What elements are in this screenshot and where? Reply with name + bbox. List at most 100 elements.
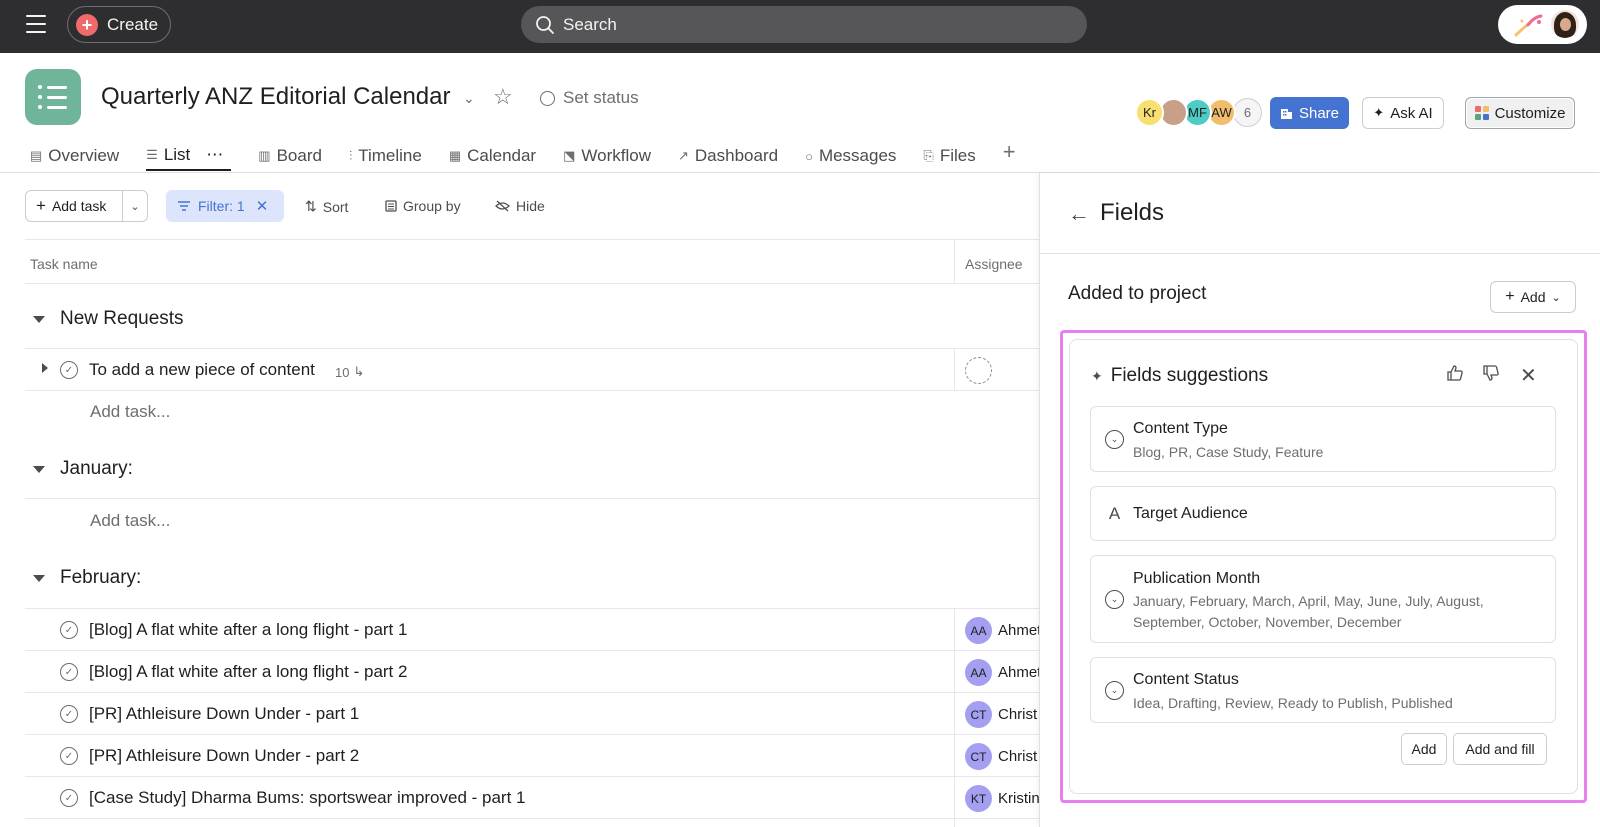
field-suggestion-content-status[interactable]: ⌄ Content Status Idea, Drafting, Review,… — [1090, 657, 1556, 723]
suggestions-title: Fields suggestions — [1110, 365, 1269, 386]
table-row[interactable]: ✓ [Blog] A flat white after a long flight… — [25, 609, 1042, 651]
tab-dashboard[interactable]: ↗ Dashboard — [678, 141, 778, 171]
share-button[interactable]: Share — [1270, 97, 1349, 129]
complete-check-icon[interactable]: ✓ — [60, 361, 78, 379]
tab-label: Messages — [818, 146, 897, 165]
tab-overview[interactable]: ▤ Overview — [30, 141, 119, 171]
assignee-name: Christ — [998, 748, 1038, 765]
create-button[interactable]: + Create — [67, 6, 171, 43]
files-icon: ⎘ — [923, 148, 934, 163]
tab-workflow[interactable]: ⬔ Workflow — [563, 141, 651, 171]
ask-ai-button[interactable]: ✦ Ask AI — [1362, 97, 1444, 129]
field-suggestion-publication-month[interactable]: ⌄ Publication Month January, February, M… — [1090, 555, 1556, 643]
add-tab-icon[interactable]: + — [1003, 141, 1016, 163]
search-input[interactable]: Search — [521, 6, 1087, 43]
tab-messages[interactable]: ○ Messages — [805, 141, 896, 171]
member-avatar[interactable]: Kr — [1135, 97, 1164, 127]
complete-check-icon[interactable]: ✓ — [60, 747, 78, 765]
member-count[interactable]: 6 — [1233, 97, 1262, 127]
plus-icon: + — [1505, 288, 1515, 305]
panel-title: Fields — [1100, 199, 1165, 226]
filter-icon — [178, 201, 190, 211]
table-row[interactable]: ✓ [Blog] A flat white after a long flight… — [25, 651, 1042, 693]
complete-check-icon[interactable]: ✓ — [60, 663, 78, 681]
table-row[interactable]: ✓ [PR] Athleisure Down Under - part 2 CT Ch… — [25, 735, 1040, 777]
section-january[interactable]: January: — [33, 458, 133, 480]
table-row[interactable]: ✓ [PR] Athleisure Down Under - part 1 CT Ch… — [25, 693, 1040, 735]
messages-icon: ○ — [805, 148, 813, 164]
tab-timeline[interactable]: ⫶ Timeline — [349, 141, 422, 171]
add-task-dropdown-icon[interactable]: ⌄ — [123, 200, 147, 213]
tab-list[interactable]: ☰ List ⋯ — [146, 141, 232, 171]
add-suggestions-button[interactable]: Add — [1401, 733, 1447, 765]
complete-check-icon[interactable]: ✓ — [60, 705, 78, 723]
assignee-column-line — [954, 608, 955, 827]
timeline-icon: ⫶ — [348, 148, 353, 163]
star-icon[interactable]: ☆ — [493, 84, 513, 110]
eye-off-icon — [495, 200, 510, 212]
close-icon[interactable]: ✕ — [1520, 363, 1537, 388]
column-task-name[interactable]: Task name — [30, 256, 98, 272]
hamburger-menu-icon[interactable] — [26, 15, 46, 33]
filter-button[interactable]: Filter: 1 ✕ — [166, 190, 284, 222]
tab-board[interactable]: ▥ Board — [258, 141, 322, 171]
assignee-chip[interactable]: AA Ahmet — [965, 617, 1042, 644]
table-row[interactable]: ✓ To add a new piece of content 10 ↳ — [25, 349, 1040, 391]
more-options-icon[interactable]: ⋯ — [206, 145, 223, 165]
add-task-label: Add task — [51, 198, 107, 214]
tab-calendar[interactable]: ▦ Calendar — [449, 141, 536, 171]
collapse-triangle-icon[interactable] — [33, 315, 45, 323]
task-name[interactable]: [Case Study] Dharma Bums: sportswear imp… — [89, 788, 526, 808]
task-name[interactable]: [PR] Athleisure Down Under - part 1 — [89, 704, 359, 724]
back-arrow-icon[interactable]: ← — [1068, 201, 1090, 227]
assignee-chip[interactable]: CT Christ — [965, 743, 1042, 770]
add-task-main[interactable]: + Add task — [26, 191, 123, 221]
column-assignee[interactable]: Assignee — [965, 256, 1023, 272]
share-label: Share — [1298, 104, 1340, 122]
tab-files[interactable]: ⎘ Files — [923, 141, 975, 171]
task-name[interactable]: [PR] Athleisure Down Under - part 2 — [89, 746, 359, 766]
column-divider — [954, 240, 955, 284]
unassigned-avatar-icon[interactable] — [965, 357, 992, 384]
table-row[interactable]: ✓ [Case Study] Dharma Bums: sportswear im… — [25, 777, 1040, 819]
project-title[interactable]: Quarterly ANZ Editorial Calendar — [101, 83, 450, 111]
add-task-inline[interactable]: Add task... — [90, 511, 170, 531]
thumbs-down-icon[interactable] — [1482, 364, 1500, 387]
collapse-triangle-icon[interactable] — [33, 465, 45, 473]
field-suggestion-content-type[interactable]: ⌄ Content Type Blog, PR, Case Study, Fea… — [1090, 406, 1556, 472]
chevron-down-icon[interactable]: ⌄ — [463, 90, 475, 107]
add-task-button[interactable]: + Add task ⌄ — [25, 190, 148, 222]
complete-check-icon[interactable]: ✓ — [60, 621, 78, 639]
group-by-button[interactable]: Group by — [385, 198, 461, 214]
row-divider — [25, 818, 1040, 819]
clear-filter-icon[interactable]: ✕ — [256, 197, 269, 215]
expand-subtasks-icon[interactable] — [42, 363, 48, 373]
add-field-dropdown[interactable]: + Add ⌄ — [1490, 281, 1576, 313]
assignee-chip[interactable]: AA Ahmet — [965, 659, 1042, 686]
suggestions-header: ✦ Fields suggestions — [1091, 365, 1268, 387]
project-members[interactable]: Kr MF AW 6 — [1135, 97, 1262, 127]
task-name[interactable]: To add a new piece of content — [89, 360, 315, 380]
add-and-fill-button[interactable]: Add and fill — [1453, 733, 1547, 765]
building-icon — [1280, 108, 1292, 119]
profile-button[interactable] — [1498, 5, 1587, 44]
add-task-inline[interactable]: Add task... — [90, 402, 170, 422]
task-name[interactable]: [Blog] A flat white after a long flight … — [89, 620, 407, 640]
customize-button[interactable]: Customize — [1465, 97, 1575, 129]
hide-button[interactable]: Hide — [495, 198, 545, 214]
section-february[interactable]: February: — [33, 567, 141, 589]
field-suggestion-target-audience[interactable]: A Target Audience — [1090, 486, 1556, 541]
assignee-chip[interactable]: KT Kristin — [965, 785, 1042, 812]
task-name[interactable]: [Blog] A flat white after a long flight … — [89, 662, 407, 682]
complete-check-icon[interactable]: ✓ — [60, 789, 78, 807]
collapse-triangle-icon[interactable] — [33, 574, 45, 582]
avatar: KT — [965, 785, 992, 812]
sort-button[interactable]: ⇅ Sort — [305, 198, 348, 215]
assignee-chip[interactable]: CT Christ — [965, 701, 1042, 728]
tab-label: Dashboard — [694, 146, 779, 165]
section-new-requests[interactable]: New Requests — [33, 308, 184, 330]
subtask-count[interactable]: 10 ↳ — [335, 364, 364, 380]
set-status-button[interactable]: Set status — [540, 88, 639, 108]
fields-panel: ← Fields Added to project + Add ⌄ ✦ Fiel… — [1039, 173, 1600, 827]
thumbs-up-icon[interactable] — [1446, 364, 1464, 387]
